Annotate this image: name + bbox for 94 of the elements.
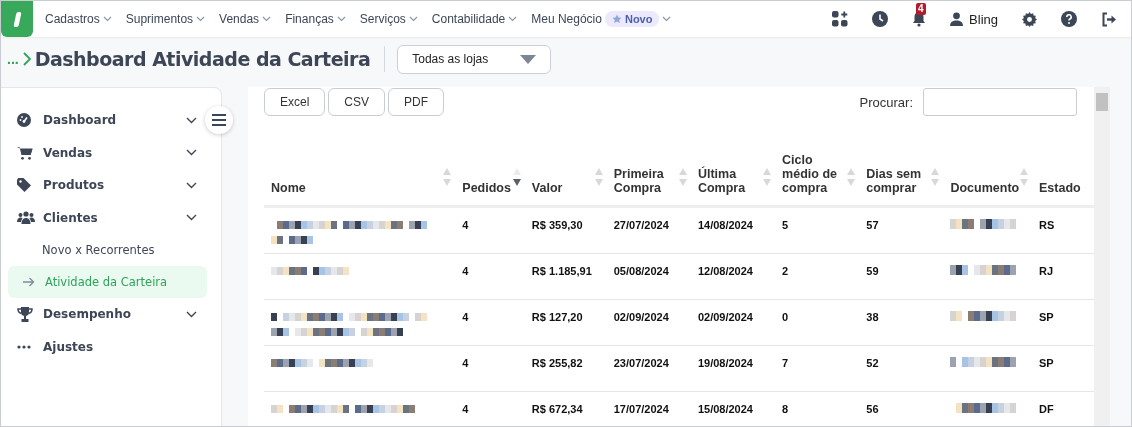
table-cell: R$ 359,30 [524, 206, 607, 253]
export-button[interactable]: Excel [264, 88, 326, 116]
trophy-icon [17, 306, 33, 322]
pixelated-text [950, 310, 1017, 321]
table-cell: 19/08/2024 [690, 345, 776, 391]
notifications-button[interactable]: 4 [912, 3, 927, 27]
table-cell: 02/09/2024 [606, 299, 691, 345]
chevron-right-icon [22, 52, 31, 66]
users-icon [17, 211, 35, 225]
column-header[interactable]: Documento [943, 126, 1032, 206]
menu-item[interactable]: Meu Negócio Novo [531, 11, 678, 27]
export-button[interactable]: PDF [388, 88, 445, 116]
table-cell: R$ 255,82 [524, 345, 607, 391]
table-cell: 59 [859, 253, 944, 299]
chevron-down-icon [662, 16, 672, 22]
settings-icon[interactable] [1022, 11, 1037, 27]
table-cell: 4 [455, 299, 525, 345]
clock-icon[interactable] [872, 11, 889, 27]
table-cell: R$ 127,20 [524, 299, 607, 345]
table-cell: 56 [859, 391, 944, 426]
chevron-down-icon [408, 16, 418, 22]
sidebar-item[interactable]: Ajustes [1, 330, 221, 363]
menu-icon [212, 114, 226, 126]
table-cell: R$ 1.185,91 [524, 253, 607, 299]
pixelated-text [950, 218, 1017, 229]
apps-icon[interactable] [832, 11, 849, 27]
sidebar-subitem[interactable]: Novo x Recorrentes [8, 234, 207, 266]
menu-item[interactable]: Vendas [219, 11, 278, 27]
table-cell: R$ 672,34 [524, 391, 607, 426]
chevron-down-icon [336, 16, 346, 22]
chevron-down-icon [102, 16, 112, 22]
chevron-down-icon [262, 16, 272, 22]
table-cell: 52 [859, 345, 944, 391]
logout-icon[interactable] [1101, 11, 1117, 27]
user-menu[interactable]: Bling [950, 11, 998, 27]
menu-item[interactable]: Serviços [359, 11, 424, 27]
column-header[interactable]: Dias sem comprar [859, 126, 944, 206]
table-cell: 38 [859, 299, 944, 345]
new-badge: Novo [604, 11, 660, 27]
pixelated-text [950, 356, 1017, 367]
table-cell: 7 [775, 345, 860, 391]
gauge-icon [17, 113, 31, 128]
pixelated-text [271, 235, 316, 244]
chevron-down-icon [196, 16, 206, 22]
table-cell: 4 [455, 206, 525, 253]
search-label: Procurar: [859, 94, 913, 110]
column-header[interactable]: Primeira Compra [606, 126, 691, 206]
notification-count: 4 [916, 3, 926, 15]
menu-item[interactable]: Contabilidade [431, 11, 524, 27]
help-icon[interactable] [1061, 11, 1077, 27]
table-cell: 5 [775, 206, 860, 253]
store-select[interactable]: Todas as lojas [397, 44, 552, 74]
column-header[interactable]: Pedidos [455, 126, 525, 206]
user-icon [950, 12, 964, 26]
table-cell: 57 [859, 206, 944, 253]
cart-icon [17, 145, 33, 160]
export-button[interactable]: CSV [328, 88, 386, 116]
sidebar-item[interactable]: Dashboard [1, 104, 221, 137]
table-cell: 23/07/2024 [606, 345, 691, 391]
table-cell: 4 [455, 345, 525, 391]
menu-item[interactable]: Finanças [285, 11, 352, 27]
arrow-right-icon [23, 277, 35, 287]
tag-icon [17, 178, 31, 193]
column-header[interactable]: Nome [264, 126, 456, 206]
table-cell: 15/08/2024 [690, 391, 776, 426]
caret-icon [520, 54, 537, 64]
sidebar-item[interactable]: Desempenho [1, 298, 221, 331]
table-cell: 14/08/2024 [690, 206, 776, 253]
column-header[interactable]: Ciclo médio de compra [775, 126, 860, 206]
table-cell: 02/09/2024 [690, 299, 776, 345]
table-cell: 2 [775, 253, 860, 299]
column-header[interactable]: Última Compra [690, 126, 776, 206]
scrollbar[interactable] [1094, 87, 1110, 426]
menu-item[interactable]: Cadastros [45, 11, 118, 27]
menu-item[interactable]: Suprimentos [125, 11, 212, 27]
menu-toggle-button[interactable] [205, 106, 233, 134]
column-header[interactable]: Valor [524, 126, 607, 206]
sidebar-item[interactable]: Produtos [1, 169, 221, 202]
table-cell: 05/08/2024 [606, 253, 691, 299]
table-cell: 0 [775, 299, 860, 345]
table-cell: 17/07/2024 [606, 391, 691, 426]
table-cell: 4 [455, 391, 525, 426]
pixelated-text [950, 264, 1017, 275]
chevron-down-icon [508, 16, 518, 22]
table-cell: 12/08/2024 [690, 253, 776, 299]
sidebar-item[interactable]: Clientes [1, 201, 221, 234]
search-field[interactable] [923, 88, 1077, 116]
sidebar-item[interactable]: Vendas [1, 136, 221, 169]
table-cell: 27/07/2024 [606, 206, 691, 253]
more-icon [17, 344, 31, 349]
page-title: Dashboard Atividade da Carteira [34, 48, 371, 70]
table-cell: 4 [455, 253, 525, 299]
table-cell: 8 [775, 391, 860, 426]
app-logo[interactable] [1, 1, 33, 37]
